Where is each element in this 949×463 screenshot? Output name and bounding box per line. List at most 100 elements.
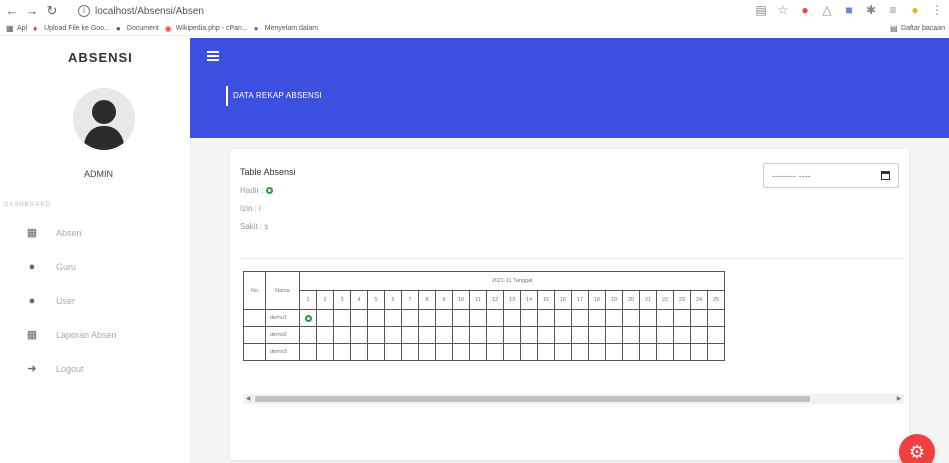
- info-icon[interactable]: i: [78, 5, 90, 17]
- day-cell: [435, 343, 453, 361]
- extension-icon[interactable]: △: [821, 3, 833, 17]
- sidebar-item-user[interactable]: ● User: [0, 284, 190, 318]
- browser-toolbar: ← → ↻ i localhost/Absensi/Absen ▤ ☆ ● △ …: [0, 0, 949, 22]
- day-cell: [333, 343, 351, 361]
- table-row: demo2: [243, 326, 725, 344]
- site-icon: ●: [253, 23, 259, 33]
- day-cell: [554, 309, 572, 327]
- table-row: demo1: [243, 309, 725, 327]
- day-cell: [588, 343, 606, 361]
- day-cell: [418, 309, 436, 327]
- day-header: 23: [673, 290, 691, 310]
- day-cell: [554, 343, 572, 361]
- cell-no: [243, 309, 266, 327]
- header-banner: DATA REKAP ABSENSI: [190, 38, 949, 138]
- sidebar-item-guru[interactable]: ● Guru: [0, 250, 190, 284]
- day-cell: [673, 309, 691, 327]
- day-cell: [520, 309, 538, 327]
- date-filter-input[interactable]: -------- ----: [763, 163, 899, 188]
- day-cell: [707, 343, 725, 361]
- sidebar-item-laporan-absen[interactable]: ▦ Laporan Absen: [0, 318, 190, 352]
- scrollbar-thumb[interactable]: [255, 396, 810, 402]
- day-cell: [418, 326, 436, 344]
- puzzle-icon[interactable]: ✱: [865, 3, 877, 17]
- avatar: [73, 88, 135, 150]
- present-dot-icon: [304, 314, 312, 322]
- star-icon[interactable]: ☆: [777, 3, 789, 17]
- day-cell: [469, 343, 487, 361]
- menu-dots-icon[interactable]: ⋮: [931, 3, 943, 17]
- bookmark-cpanel[interactable]: ◉ Wikipedia.php - cPan...: [165, 24, 248, 33]
- settings-gear-button[interactable]: ⚙: [899, 434, 935, 463]
- day-cell: [384, 326, 402, 344]
- attendance-table-scroll[interactable]: No Nama 2021-11 Tanggal 1 2 3 4 5 6 7 8 9 10 11 12 1…: [243, 271, 904, 379]
- day-cell: [571, 309, 589, 327]
- day-cell: [401, 326, 419, 344]
- bookmark-menyelam[interactable]: ● Menyelam dalam: [253, 23, 318, 33]
- gear-icon: ⚙: [908, 442, 926, 462]
- day-cell: [656, 343, 674, 361]
- day-cell: [707, 326, 725, 344]
- reload-icon[interactable]: ↻: [44, 3, 60, 19]
- bookmarks-bar: ▦ Apl ♦ Upload File ke Goo... ● Document ◉ W…: [0, 22, 949, 36]
- sidebar-item-absen[interactable]: ▦ Absen: [0, 216, 190, 250]
- day-cell: [418, 343, 436, 361]
- extension-icons: ▤ ☆ ● △ ■ ✱ ≡ ● ⋮: [755, 3, 943, 17]
- extension-icon[interactable]: ●: [799, 3, 811, 17]
- day-cell: [316, 326, 334, 344]
- sidebar-item-label: User: [56, 296, 76, 306]
- extension-icon[interactable]: ■: [843, 3, 855, 17]
- user-silhouette-icon: [73, 88, 135, 150]
- horizontal-scrollbar[interactable]: ◀ ▶: [243, 394, 904, 404]
- bookmark-upload[interactable]: ♦ Upload File ke Goo...: [33, 24, 110, 33]
- scroll-left-icon[interactable]: ◀: [243, 394, 253, 404]
- sidebar-item-label: Guru: [56, 262, 77, 272]
- day-cell: [537, 309, 555, 327]
- legend-izin: Izin :i: [240, 204, 261, 213]
- day-cell: [639, 309, 657, 327]
- day-cell: [350, 309, 368, 327]
- back-icon[interactable]: ←: [4, 3, 20, 19]
- day-cell: [605, 343, 623, 361]
- day-header: 16: [554, 290, 572, 310]
- col-header-nama: Nama: [265, 271, 300, 310]
- forward-icon[interactable]: →: [24, 3, 40, 19]
- day-cell: [622, 309, 640, 327]
- hamburger-menu-icon[interactable]: [207, 51, 219, 61]
- day-header: 5: [367, 290, 385, 310]
- day-cell: [435, 326, 453, 344]
- apps-grid-icon: ▦: [6, 23, 14, 33]
- day-header: 22: [656, 290, 674, 310]
- day-header: 17: [571, 290, 589, 310]
- day-cell: [571, 326, 589, 344]
- bookmark-reading-list[interactable]: ▤ Daftar bacaan: [890, 24, 945, 33]
- day-cell: [435, 309, 453, 327]
- day-cell: [690, 343, 708, 361]
- day-cell: [299, 343, 317, 361]
- date-placeholder: -------- ----: [772, 170, 811, 181]
- reading-list-icon[interactable]: ≡: [887, 3, 899, 17]
- day-header: 11: [469, 290, 487, 310]
- day-header: 10: [452, 290, 470, 310]
- calendar-icon[interactable]: [881, 171, 890, 180]
- day-header: 13: [503, 290, 521, 310]
- address-bar[interactable]: i localhost/Absensi/Absen: [78, 3, 798, 19]
- day-cell: [707, 309, 725, 327]
- translate-icon[interactable]: ▤: [755, 3, 767, 17]
- day-cell: [299, 309, 317, 327]
- scroll-right-icon[interactable]: ▶: [894, 394, 904, 404]
- profile-icon[interactable]: ●: [909, 3, 921, 17]
- day-cell: [622, 343, 640, 361]
- bookmark-document[interactable]: ● Document: [116, 24, 159, 33]
- logout-icon: ➜: [27, 363, 37, 375]
- admin-name: ADMIN: [84, 169, 113, 179]
- day-header: 21: [639, 290, 657, 310]
- present-dot-icon: [265, 187, 273, 195]
- sidebar-item-logout[interactable]: ➜ Logout: [0, 352, 190, 386]
- bookmark-apps[interactable]: ▦ Apl: [6, 23, 27, 33]
- day-cell: [605, 309, 623, 327]
- day-cell: [554, 326, 572, 344]
- day-cell: [401, 309, 419, 327]
- cell-no: [243, 343, 266, 361]
- cell-name: demo2: [265, 326, 300, 344]
